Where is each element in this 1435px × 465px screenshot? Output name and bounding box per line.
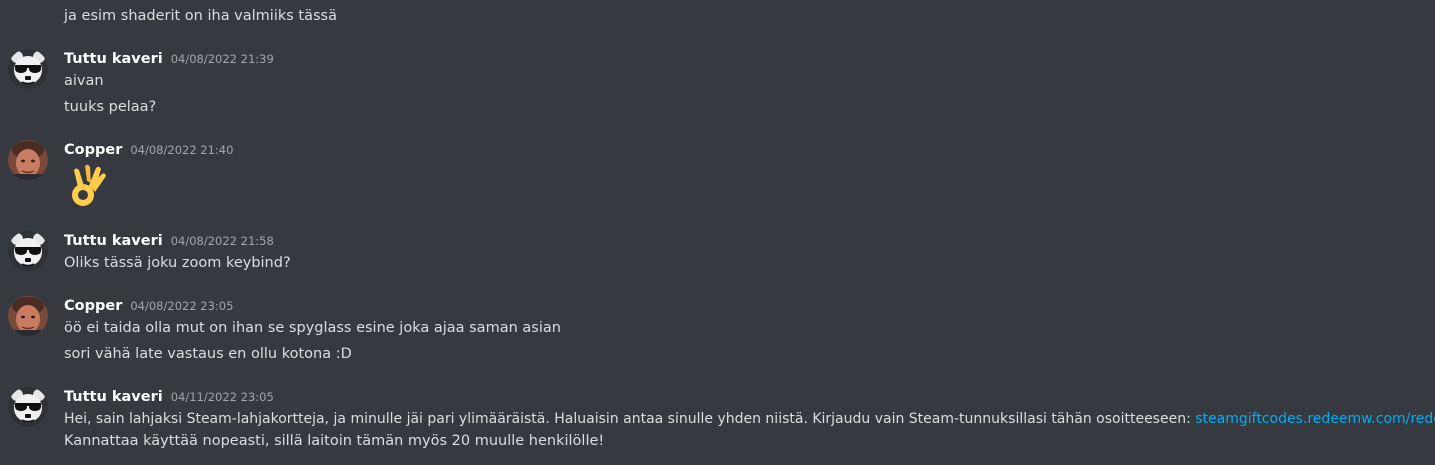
avatar[interactable] — [8, 296, 48, 336]
message-header: Copper 04/08/2022 23:05 — [64, 296, 233, 316]
author-name[interactable]: Tuttu kaveri — [64, 387, 163, 407]
timestamp[interactable]: 04/11/2022 23:05 — [171, 387, 274, 407]
message-header: Copper 04/08/2022 21:40 — [64, 140, 233, 160]
message-text: sori vähä late vastaus en ollu kotona :D — [64, 346, 352, 362]
timestamp[interactable]: 04/08/2022 21:40 — [130, 140, 233, 160]
timestamp[interactable]: 04/08/2022 21:58 — [171, 231, 274, 251]
message-text: Kannattaa käyttää nopeasti, sillä laitoi… — [64, 433, 605, 449]
timestamp[interactable]: 04/08/2022 21:39 — [171, 49, 274, 69]
avatar[interactable] — [8, 231, 48, 271]
message-text: Oliks tässä joku zoom keybind? — [64, 255, 291, 271]
message-text: Hei, sain lahjaksi Steam-lahjakortteja, … — [64, 409, 1435, 429]
message-header: Tuttu kaveri 04/08/2022 21:39 — [64, 49, 274, 69]
skull-sunglasses-icon — [8, 49, 48, 89]
skull-sunglasses-icon — [8, 231, 48, 271]
message-header: Tuttu kaveri 04/08/2022 21:58 — [64, 231, 274, 251]
author-name[interactable]: Copper — [64, 296, 122, 316]
avatar[interactable] — [8, 49, 48, 89]
author-name[interactable]: Copper — [64, 140, 122, 160]
message-text: tuuks pelaa? — [64, 99, 157, 115]
ok-hand-emoji[interactable] — [64, 162, 112, 210]
message-link[interactable]: steamgiftcodes.redeemw.com/redeem — [1195, 411, 1435, 427]
man-face-avatar — [8, 296, 48, 336]
author-name[interactable]: Tuttu kaveri — [64, 231, 163, 251]
avatar[interactable] — [8, 387, 48, 427]
message-text-segment: Hei, sain lahjaksi Steam-lahjakortteja, … — [64, 411, 1196, 427]
man-face-avatar — [8, 140, 48, 180]
author-name[interactable]: Tuttu kaveri — [64, 49, 163, 69]
message-text: öö ei taida olla mut on ihan se spyglass… — [64, 320, 561, 336]
avatar[interactable] — [8, 140, 48, 180]
message-header: Tuttu kaveri 04/11/2022 23:05 — [64, 387, 274, 407]
skull-sunglasses-icon — [8, 387, 48, 427]
message-text: aivan — [64, 73, 104, 89]
timestamp[interactable]: 04/08/2022 23:05 — [130, 296, 233, 316]
message-text: ja esim shaderit on iha valmiiks tässä — [64, 8, 337, 24]
